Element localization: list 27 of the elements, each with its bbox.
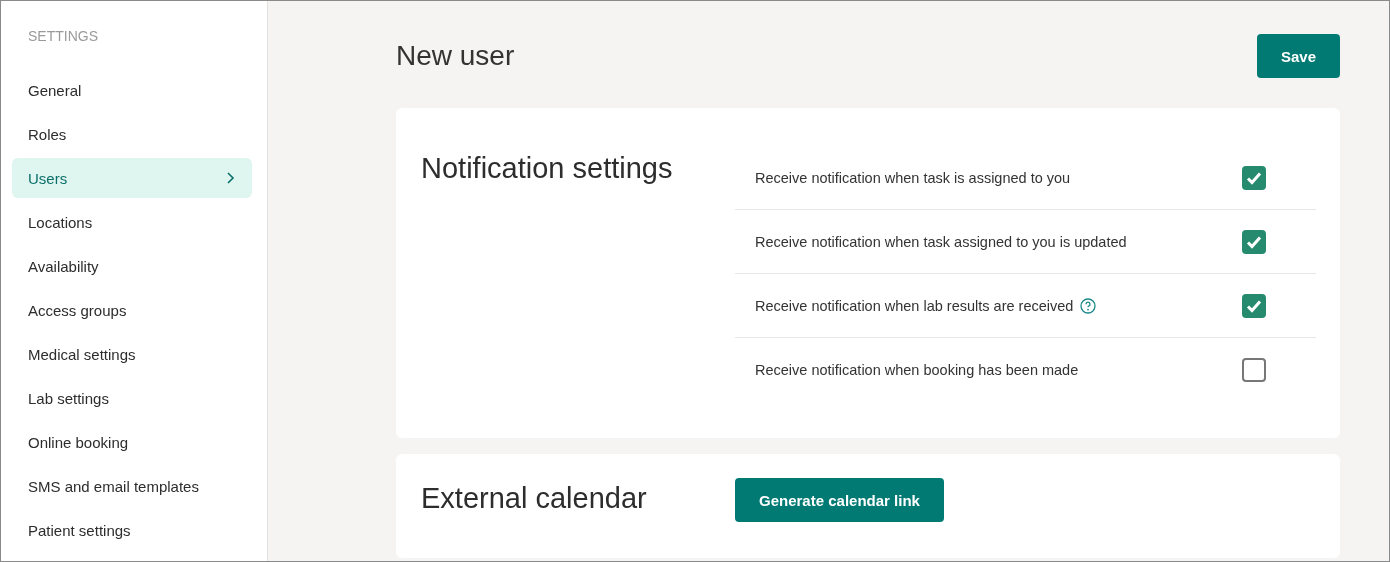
page-title: New user bbox=[396, 40, 515, 72]
sidebar-item[interactable]: Locations bbox=[12, 202, 252, 242]
sidebar-item[interactable]: Medical settings bbox=[12, 334, 252, 374]
section-title: Notification settings bbox=[421, 152, 674, 186]
sidebar-item[interactable]: Patient settings bbox=[12, 510, 252, 550]
help-icon[interactable] bbox=[1080, 297, 1097, 314]
sidebar-item[interactable]: Access groups bbox=[12, 290, 252, 330]
option-label: Receive notification when task is assigned to you bbox=[755, 169, 1071, 186]
checkbox[interactable] bbox=[1242, 165, 1266, 190]
sidebar-item[interactable]: General bbox=[12, 70, 252, 110]
sidebar-item[interactable]: Online booking bbox=[12, 422, 252, 462]
option-label: Receive notification when lab results are received bbox=[755, 297, 1074, 314]
sidebar-item[interactable]: Roles bbox=[12, 114, 252, 154]
generate-link-button[interactable]: Generate calendar link bbox=[735, 478, 944, 522]
checkbox[interactable] bbox=[1242, 358, 1266, 382]
checkbox[interactable] bbox=[1242, 229, 1266, 254]
option-label: Receive notification when task assigned to you is updated bbox=[755, 233, 1127, 250]
chevron-right-icon bbox=[226, 171, 236, 185]
checkbox[interactable] bbox=[1242, 293, 1266, 318]
sidebar-item[interactable]: Users bbox=[12, 158, 252, 198]
option-label: Receive notification when booking has been made bbox=[755, 362, 1079, 378]
sidebar-item[interactable]: SMS and email templates bbox=[12, 466, 252, 506]
sidebar-heading: SETTINGS bbox=[27, 28, 99, 46]
sidebar-item[interactable]: Availability bbox=[12, 246, 252, 286]
save-button[interactable]: Save bbox=[1256, 34, 1340, 78]
sidebar-item[interactable]: Lab settings bbox=[12, 378, 252, 418]
section-title: External calendar bbox=[421, 482, 648, 516]
